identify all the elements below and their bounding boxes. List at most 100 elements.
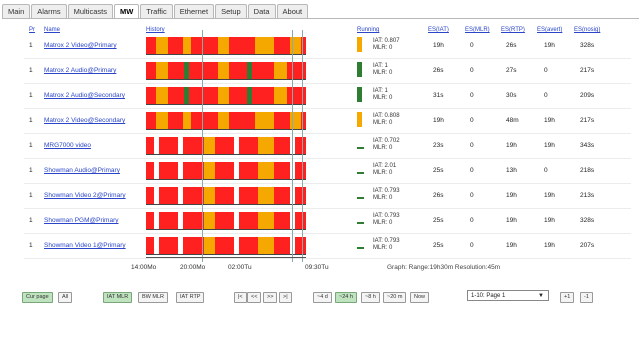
history-gridline <box>302 30 303 262</box>
range-8h-button[interactable]: ~8 h <box>361 292 380 303</box>
history-segment-orange <box>155 62 169 79</box>
header-es-nosig[interactable]: ES(nosig) <box>574 27 600 33</box>
axis-tick-label: 02:00Tu <box>228 264 252 271</box>
es-avert-value: 19h <box>544 217 555 224</box>
row-priority: 1 <box>29 217 33 224</box>
row-priority: 1 <box>29 117 33 124</box>
minus-one-button[interactable]: -1 <box>580 292 593 303</box>
history-segment-orange <box>218 37 230 54</box>
history-segment-red <box>229 87 247 104</box>
iat-value: IAT: 1 <box>373 88 388 94</box>
iat-mlr-readout: IAT: 0.793 MLR: 0 <box>373 188 423 202</box>
tab-about[interactable]: About <box>276 4 309 18</box>
history-segment-orange <box>258 162 274 179</box>
history-baseline <box>146 154 306 155</box>
es-mlr-value: 0 <box>470 142 474 149</box>
header-name[interactable]: Name <box>44 27 60 33</box>
history-segment-red <box>238 237 258 254</box>
tab-alarms[interactable]: Alarms <box>31 4 67 18</box>
history-bar[interactable] <box>146 37 306 55</box>
history-baseline <box>146 254 306 255</box>
tab-mw[interactable]: MW <box>113 4 140 19</box>
table-row: 1 Showman Video 1@Primary IAT: 0.793 MLR: 0… <box>0 234 643 259</box>
mlr-value: MLR: 0 <box>373 120 393 126</box>
header-es-avert[interactable]: ES(avert) <box>537 27 562 33</box>
page-select[interactable]: 1-10: Page 1 ▼ <box>467 290 549 301</box>
mlr-value: MLR: 0 <box>373 170 393 176</box>
history-bar[interactable] <box>146 162 306 180</box>
range-20m-button[interactable]: ~20 m <box>383 292 407 303</box>
history-bar[interactable] <box>146 87 306 105</box>
stream-name-link[interactable]: MRG7000 video <box>44 142 144 149</box>
es-nosig-value: 207s <box>580 242 595 249</box>
es-mlr-value: 0 <box>470 42 474 49</box>
all-button[interactable]: All <box>58 292 73 303</box>
es-avert-value: 0 <box>544 92 548 99</box>
history-bar[interactable] <box>146 187 306 205</box>
iat-value: IAT: 2.01 <box>373 163 397 169</box>
history-segment-red <box>182 162 204 179</box>
tab-multicasts[interactable]: Multicasts <box>67 4 113 18</box>
es-avert-value: 19h <box>544 242 555 249</box>
row-priority: 1 <box>29 42 33 49</box>
nav-first-button[interactable]: |< <box>234 292 247 303</box>
header-es-iat[interactable]: ES(IAT) <box>428 27 449 33</box>
es-iat-value: 25s <box>433 217 444 224</box>
plus-one-button[interactable]: +1 <box>560 292 575 303</box>
history-bar[interactable] <box>146 212 306 230</box>
tab-setup[interactable]: Setup <box>215 4 247 18</box>
header-pr[interactable]: Pr <box>29 27 35 33</box>
es-rtp-value: 27s <box>506 67 517 74</box>
bw-mlr-button[interactable]: BW MLR <box>138 292 168 303</box>
history-segment-red <box>158 237 178 254</box>
iat-value: IAT: 0.807 <box>373 38 400 44</box>
tab-ethernet[interactable]: Ethernet <box>173 4 215 18</box>
stream-name-link[interactable]: Matrox 2 Video@Primary <box>44 42 144 49</box>
history-segment-red <box>274 37 290 54</box>
stream-name-link[interactable]: Showman PGM@Primary <box>44 217 144 224</box>
now-button[interactable]: Now <box>410 292 430 303</box>
iat-rtp-button[interactable]: IAT RTP <box>176 292 205 303</box>
tab-traffic[interactable]: Traffic <box>140 4 173 18</box>
stream-name-link[interactable]: Showman Audio@Primary <box>44 167 144 174</box>
cur-page-button[interactable]: Cur page <box>22 292 53 303</box>
tab-data[interactable]: Data <box>247 4 276 18</box>
iat-value: IAT: 0.808 <box>373 113 400 119</box>
table-row: 1 Showman Audio@Primary IAT: 2.01 MLR: 0 25s… <box>0 159 643 184</box>
stream-name-link[interactable]: Showman Video 2@Primary <box>44 192 144 199</box>
status-dash-icon <box>357 197 364 199</box>
history-segment-red <box>229 112 255 129</box>
history-segment-red <box>214 137 234 154</box>
header-es-mlr[interactable]: ES(MLR) <box>465 27 490 33</box>
stream-name-link[interactable]: Matrox 2 Video@Secondary <box>44 117 144 124</box>
history-bar[interactable] <box>146 112 306 130</box>
table-row: 1 Matrox 2 Video@Secondary IAT: 0.808 MLR: … <box>0 109 643 134</box>
iat-mlr-readout: IAT: 0.793 MLR: 0 <box>373 213 423 227</box>
stream-name-link[interactable]: Showman Video 1@Primary <box>44 242 144 249</box>
iat-mlr-readout: IAT: 0.702 MLR: 0 <box>373 138 423 152</box>
history-bar[interactable] <box>146 62 306 80</box>
history-bar[interactable] <box>146 137 306 155</box>
header-history[interactable]: History <box>146 27 165 33</box>
history-segment-orange <box>274 62 287 79</box>
stream-name-link[interactable]: Matrox 2 Audio@Primary <box>44 67 144 74</box>
iat-mlr-button[interactable]: IAT MLR <box>103 292 133 303</box>
nav-last-button[interactable]: >| <box>279 292 292 303</box>
table-row: 1 MRG7000 video IAT: 0.702 MLR: 0 23s 0 19h 19h… <box>0 134 643 159</box>
history-segment-red <box>286 62 306 79</box>
nav-prev-button[interactable]: << <box>247 292 262 303</box>
history-segment-red <box>214 237 234 254</box>
range-4d-button[interactable]: ~4 d <box>313 292 332 303</box>
stream-name-link[interactable]: Matrox 2 Audio@Secondary <box>44 92 144 99</box>
tab-main[interactable]: Main <box>2 4 31 18</box>
header-running[interactable]: Running <box>357 27 379 33</box>
iat-value: IAT: 0.793 <box>373 188 400 194</box>
header-es-rtp[interactable]: ES(RTP) <box>501 27 525 33</box>
range-24h-button[interactable]: ~24 h <box>335 292 357 303</box>
nav-next-button[interactable]: >> <box>263 292 278 303</box>
es-rtp-value: 26s <box>506 42 517 49</box>
history-segment-red <box>229 62 247 79</box>
history-bar[interactable] <box>146 237 306 255</box>
es-mlr-value: 0 <box>470 192 474 199</box>
history-segment-orange <box>258 137 274 154</box>
